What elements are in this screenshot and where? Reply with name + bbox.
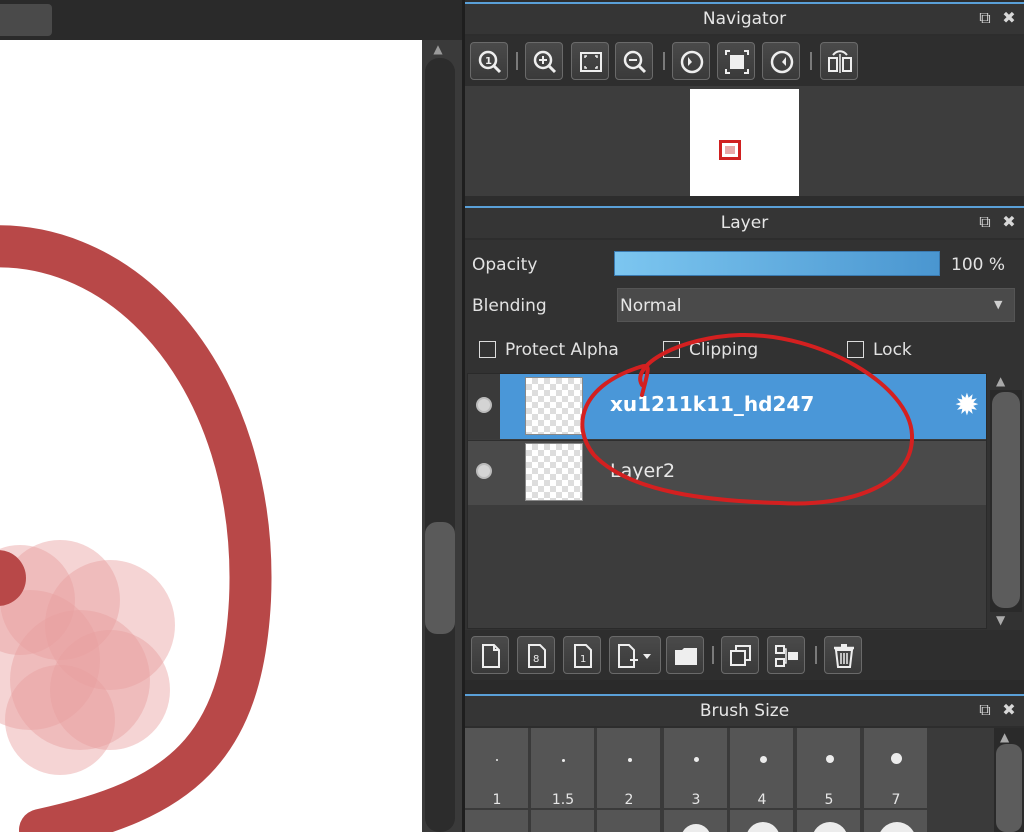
rotate-right-icon[interactable]: [762, 42, 800, 80]
rotate-left-icon[interactable]: [672, 42, 710, 80]
merge-icon[interactable]: [767, 636, 805, 674]
navigator-canvas-thumbnail[interactable]: [690, 89, 799, 196]
toolbar-separator: [815, 646, 817, 664]
close-icon[interactable]: ✖: [999, 700, 1019, 720]
popout-icon[interactable]: ⧉: [975, 700, 995, 720]
brush-size-cell[interactable]: [597, 810, 661, 832]
eye-icon[interactable]: [476, 397, 492, 413]
navigator-header: Navigator ⧉ ✖: [465, 2, 1024, 34]
navigator-view-content: [725, 146, 735, 154]
brush-dot: [628, 758, 632, 762]
brush-size-label: 7: [891, 792, 901, 808]
brush-scroll-thumb[interactable]: [996, 744, 1022, 832]
brush-size-label: 1.5: [551, 792, 575, 808]
new-8bit-layer-icon[interactable]: 8: [517, 636, 555, 674]
delete-icon[interactable]: [824, 636, 862, 674]
layer-title: Layer: [720, 213, 769, 233]
eye-icon[interactable]: [476, 463, 492, 479]
zoom-out-icon[interactable]: [615, 42, 653, 80]
canvas-scroll-track[interactable]: [425, 58, 455, 832]
canvas-scroll-thumb[interactable]: [425, 522, 455, 634]
brush-size-title: Brush Size: [699, 701, 790, 721]
annotation-circle: [580, 332, 915, 506]
zoom-in-icon[interactable]: [525, 42, 563, 80]
layer-scroll-thumb[interactable]: [992, 392, 1020, 608]
new-1bit-layer-icon[interactable]: 1: [563, 636, 601, 674]
scroll-down-icon[interactable]: ▼: [996, 613, 1005, 627]
canvas-top-bar: [0, 0, 462, 40]
brush-dot: [694, 757, 699, 762]
brush-size-cell[interactable]: [531, 810, 595, 832]
brush-size-label: 2: [624, 792, 634, 808]
fit-window-icon[interactable]: [717, 42, 755, 80]
brush-size-label: 3: [691, 792, 701, 808]
panel-gap: [465, 680, 1024, 694]
canvas-artwork: [0, 225, 272, 832]
scroll-up-icon[interactable]: ▲: [1000, 730, 1009, 744]
blending-label: Blending: [472, 296, 547, 316]
new-layer-icon[interactable]: [471, 636, 509, 674]
navigator-title: Navigator: [702, 9, 787, 29]
toolbar-separator: [712, 646, 714, 664]
popout-icon[interactable]: ⧉: [975, 212, 995, 232]
protect-alpha-checkbox[interactable]: [479, 341, 496, 358]
folder-icon[interactable]: [666, 636, 704, 674]
brush-dot: [826, 755, 834, 763]
brush-size-label: 1: [492, 792, 502, 808]
brush-dot: [760, 756, 767, 763]
blending-value: Normal: [620, 296, 682, 316]
layer-toolbar: 8 1: [465, 630, 1024, 680]
toolbar-separator: [810, 52, 812, 70]
brush-dot: [496, 759, 498, 761]
toolbar-separator: [516, 52, 518, 70]
svg-text:1: 1: [485, 56, 492, 67]
close-icon[interactable]: ✖: [999, 8, 1019, 28]
opacity-slider[interactable]: [614, 251, 940, 276]
svg-text:8: 8: [533, 654, 539, 665]
brush-size-header: Brush Size ⧉ ✖: [465, 694, 1024, 726]
layer-header: Layer ⧉ ✖: [465, 206, 1024, 238]
chevron-down-icon[interactable]: ▼: [994, 298, 1002, 311]
brush-size-label: 4: [757, 792, 767, 808]
brush-blob-cluster: [0, 540, 175, 775]
gear-icon[interactable]: ✹: [951, 390, 983, 422]
svg-text:1: 1: [580, 654, 586, 665]
opacity-label: Opacity: [472, 255, 538, 275]
brush-dot: [562, 759, 565, 762]
brush-dot: [891, 753, 902, 764]
zoom-actual-icon[interactable]: 1: [470, 42, 508, 80]
drawing-canvas[interactable]: [0, 40, 422, 832]
brush-size-label: 5: [824, 792, 834, 808]
toolbar-separator: [663, 52, 665, 70]
flip-icon[interactable]: [820, 42, 858, 80]
close-icon[interactable]: ✖: [999, 212, 1019, 232]
navigator-toolbar: 1: [465, 36, 1024, 86]
add-layer-menu-icon[interactable]: [609, 636, 661, 674]
opacity-value: 100 %: [951, 255, 1006, 275]
fit-icon[interactable]: [571, 42, 609, 80]
brush-size-cell[interactable]: [465, 810, 529, 832]
document-tab[interactable]: [0, 4, 52, 36]
popout-icon[interactable]: ⧉: [975, 8, 995, 28]
scroll-up-icon[interactable]: ▲: [996, 374, 1005, 388]
duplicate-icon[interactable]: [721, 636, 759, 674]
scroll-up-icon[interactable]: ▲: [430, 42, 446, 56]
